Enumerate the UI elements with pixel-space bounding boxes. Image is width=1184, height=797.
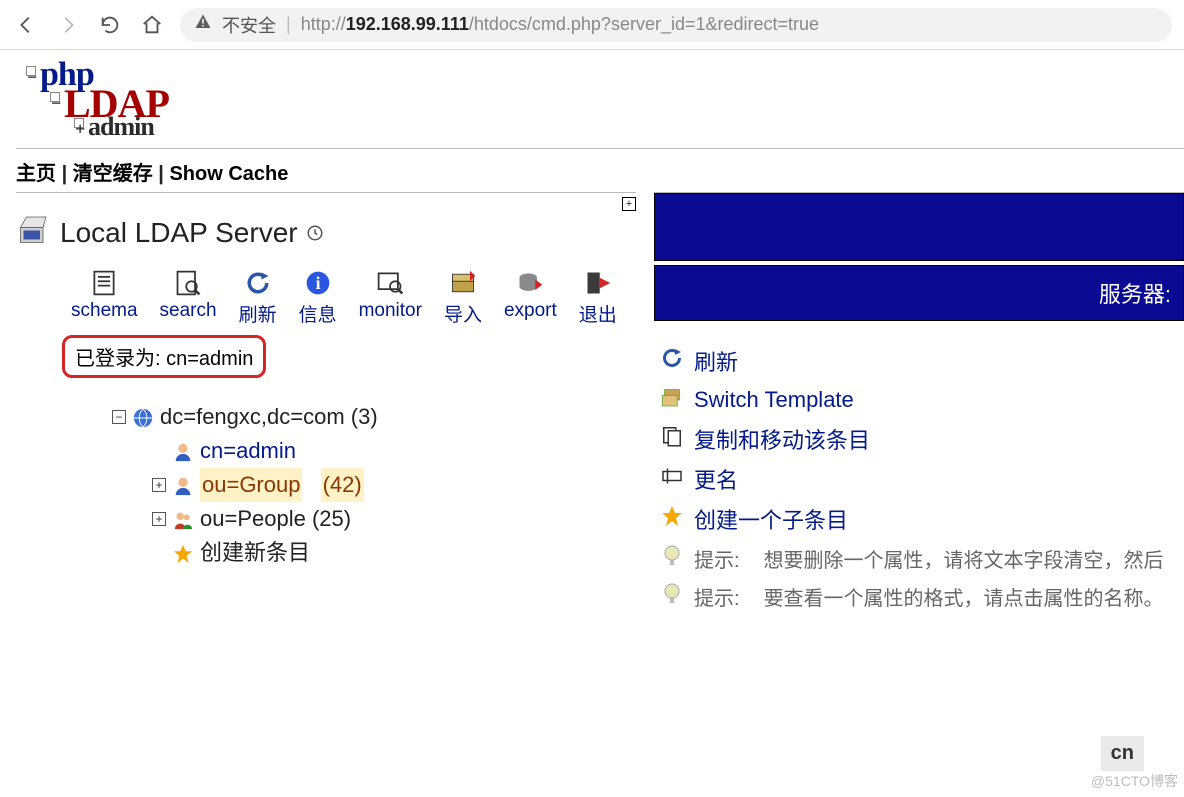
action-create-child[interactable]: 创建一个子条目 [660, 503, 1184, 535]
browser-toolbar: 不安全 | http://192.168.99.111/htdocs/cmd.p… [0, 0, 1184, 50]
logged-in-as: 已登录为: cn=admin [62, 335, 266, 378]
tool-search[interactable]: search [160, 268, 217, 327]
hint-2: 提示:要查看一个属性的格式，请点击属性的名称。 [660, 581, 1184, 611]
ldap-tree: − dc=fengxc,dc=com (3) cn=admin + ou=Gro… [112, 400, 636, 570]
tree-node-people[interactable]: + ou=People (25) [152, 502, 636, 536]
refresh-icon [243, 268, 273, 298]
hint-1: 提示:想要删除一个属性，请将文本字段清空，然后 [660, 543, 1184, 573]
phpldapadmin-logo: − − + php LDAP admin [16, 60, 196, 140]
action-switch-template[interactable]: Switch Template [660, 385, 1184, 415]
tool-schema[interactable]: schema [71, 268, 138, 327]
panel-expand-icon[interactable]: + [622, 197, 636, 211]
user-icon [172, 434, 194, 468]
address-bar[interactable]: 不安全 | http://192.168.99.111/htdocs/cmd.p… [180, 8, 1172, 42]
tree-node-admin[interactable]: cn=admin [152, 434, 636, 468]
nav-clear-cache[interactable]: 清空缓存 [73, 163, 153, 185]
export-icon [515, 268, 545, 298]
bulb-icon [660, 581, 684, 611]
star-icon [660, 504, 684, 534]
expand-icon[interactable]: + [152, 512, 166, 526]
server-icon [16, 211, 52, 254]
warning-icon [194, 13, 212, 36]
svg-text:i: i [315, 273, 320, 293]
url-text: http://192.168.99.111/htdocs/cmd.php?ser… [301, 14, 819, 35]
tool-export[interactable]: export [504, 268, 557, 327]
document-icon [89, 268, 119, 298]
tree-root[interactable]: − dc=fengxc,dc=com (3) [112, 400, 636, 434]
not-secure-label: 不安全 [222, 12, 276, 38]
user-icon [172, 468, 194, 502]
people-icon [172, 502, 194, 536]
forward-button[interactable] [54, 11, 82, 39]
action-copy-move[interactable]: 复制和移动该条目 [660, 423, 1184, 455]
nav-home[interactable]: 主页 [16, 163, 56, 185]
content-header-bar [654, 193, 1184, 261]
tool-logout[interactable]: 退出 [579, 268, 617, 327]
home-button[interactable] [138, 11, 166, 39]
top-nav: 主页 | 清空缓存 | Show Cache [16, 148, 1184, 190]
action-rename[interactable]: 更名 [660, 463, 1184, 495]
copy-icon [660, 424, 684, 454]
search-icon [173, 268, 203, 298]
left-panel: + Local LDAP Server schema search 刷新 i信息… [16, 192, 636, 611]
tool-info[interactable]: i信息 [299, 268, 337, 327]
logout-icon [583, 268, 613, 298]
globe-icon [132, 400, 154, 434]
server-label: 服务器: [1099, 277, 1171, 309]
watermark: @51CTO博客 [1091, 771, 1178, 791]
action-list: 刷新 Switch Template 复制和移动该条目 更名 创建一个子条目 [654, 345, 1184, 611]
refresh-icon [660, 346, 684, 376]
info-icon: i [303, 268, 333, 298]
back-button[interactable] [12, 11, 40, 39]
bulb-icon [660, 543, 684, 573]
tool-monitor[interactable]: monitor [359, 268, 422, 327]
action-refresh[interactable]: 刷新 [660, 345, 1184, 377]
tool-import[interactable]: 导入 [444, 268, 482, 327]
rename-icon [660, 464, 684, 494]
toolbar: schema search 刷新 i信息 monitor 导入 export 退… [71, 268, 636, 327]
template-icon [660, 385, 684, 415]
cn-chip: cn [1101, 736, 1144, 771]
clock-icon [306, 217, 324, 249]
server-label-bar: 服务器: [654, 265, 1184, 321]
star-icon [172, 536, 194, 570]
import-icon [448, 268, 478, 298]
tool-refresh[interactable]: 刷新 [239, 268, 277, 327]
tree-create-new[interactable]: 创建新条目 [152, 536, 636, 570]
monitor-icon [375, 268, 405, 298]
server-title: Local LDAP Server [16, 211, 636, 254]
tree-node-group[interactable]: + ou=Group (42) [152, 468, 636, 502]
collapse-icon[interactable]: − [112, 410, 126, 424]
right-panel: 服务器: 刷新 Switch Template 复制和移动该条目 更名 [654, 192, 1184, 611]
reload-button[interactable] [96, 11, 124, 39]
expand-icon[interactable]: + [152, 478, 166, 492]
nav-show-cache[interactable]: Show Cache [169, 163, 288, 185]
